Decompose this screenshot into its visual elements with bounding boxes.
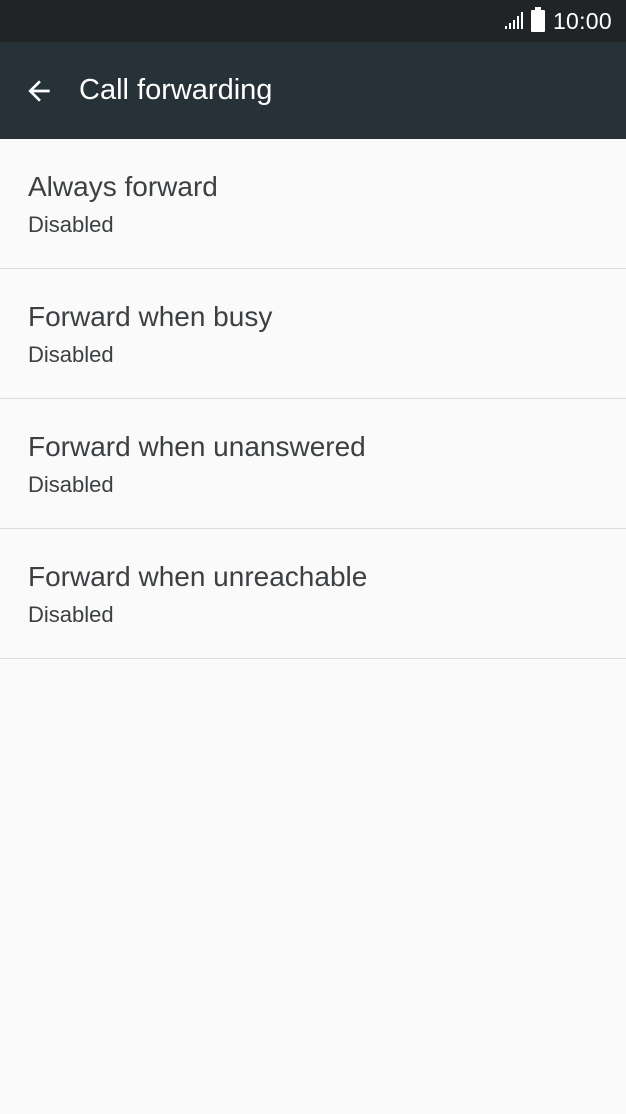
list-item-title: Always forward: [28, 171, 218, 202]
list-item-summary: Disabled: [28, 472, 114, 497]
forward-when-unreachable-item[interactable]: Forward when unreachable Disabled: [0, 529, 626, 659]
list-item-title: Forward when unanswered: [28, 431, 366, 462]
page-title: Call forwarding: [79, 74, 273, 106]
forward-when-unanswered-item[interactable]: Forward when unanswered Disabled: [0, 399, 626, 529]
forward-when-busy-item[interactable]: Forward when busy Disabled: [0, 269, 626, 399]
battery-icon: [530, 7, 545, 32]
back-button[interactable]: [16, 68, 62, 114]
status-bar: 10:00: [0, 0, 626, 42]
status-indicators: 10:00: [504, 0, 612, 42]
status-clock: 10:00: [552, 7, 612, 34]
list-item-summary: Disabled: [28, 212, 114, 237]
list-item-title: Forward when busy: [28, 301, 273, 332]
list-item-title: Forward when unreachable: [28, 561, 368, 592]
arrow-back-icon: [28, 80, 50, 102]
list-item-summary: Disabled: [28, 342, 114, 367]
list-item-summary: Disabled: [28, 602, 114, 627]
settings-list: Always forward Disabled Forward when bus…: [0, 139, 626, 659]
app-bar: Call forwarding: [0, 42, 626, 139]
signal-icon: [504, 9, 523, 33]
always-forward-item[interactable]: Always forward Disabled: [0, 139, 626, 269]
